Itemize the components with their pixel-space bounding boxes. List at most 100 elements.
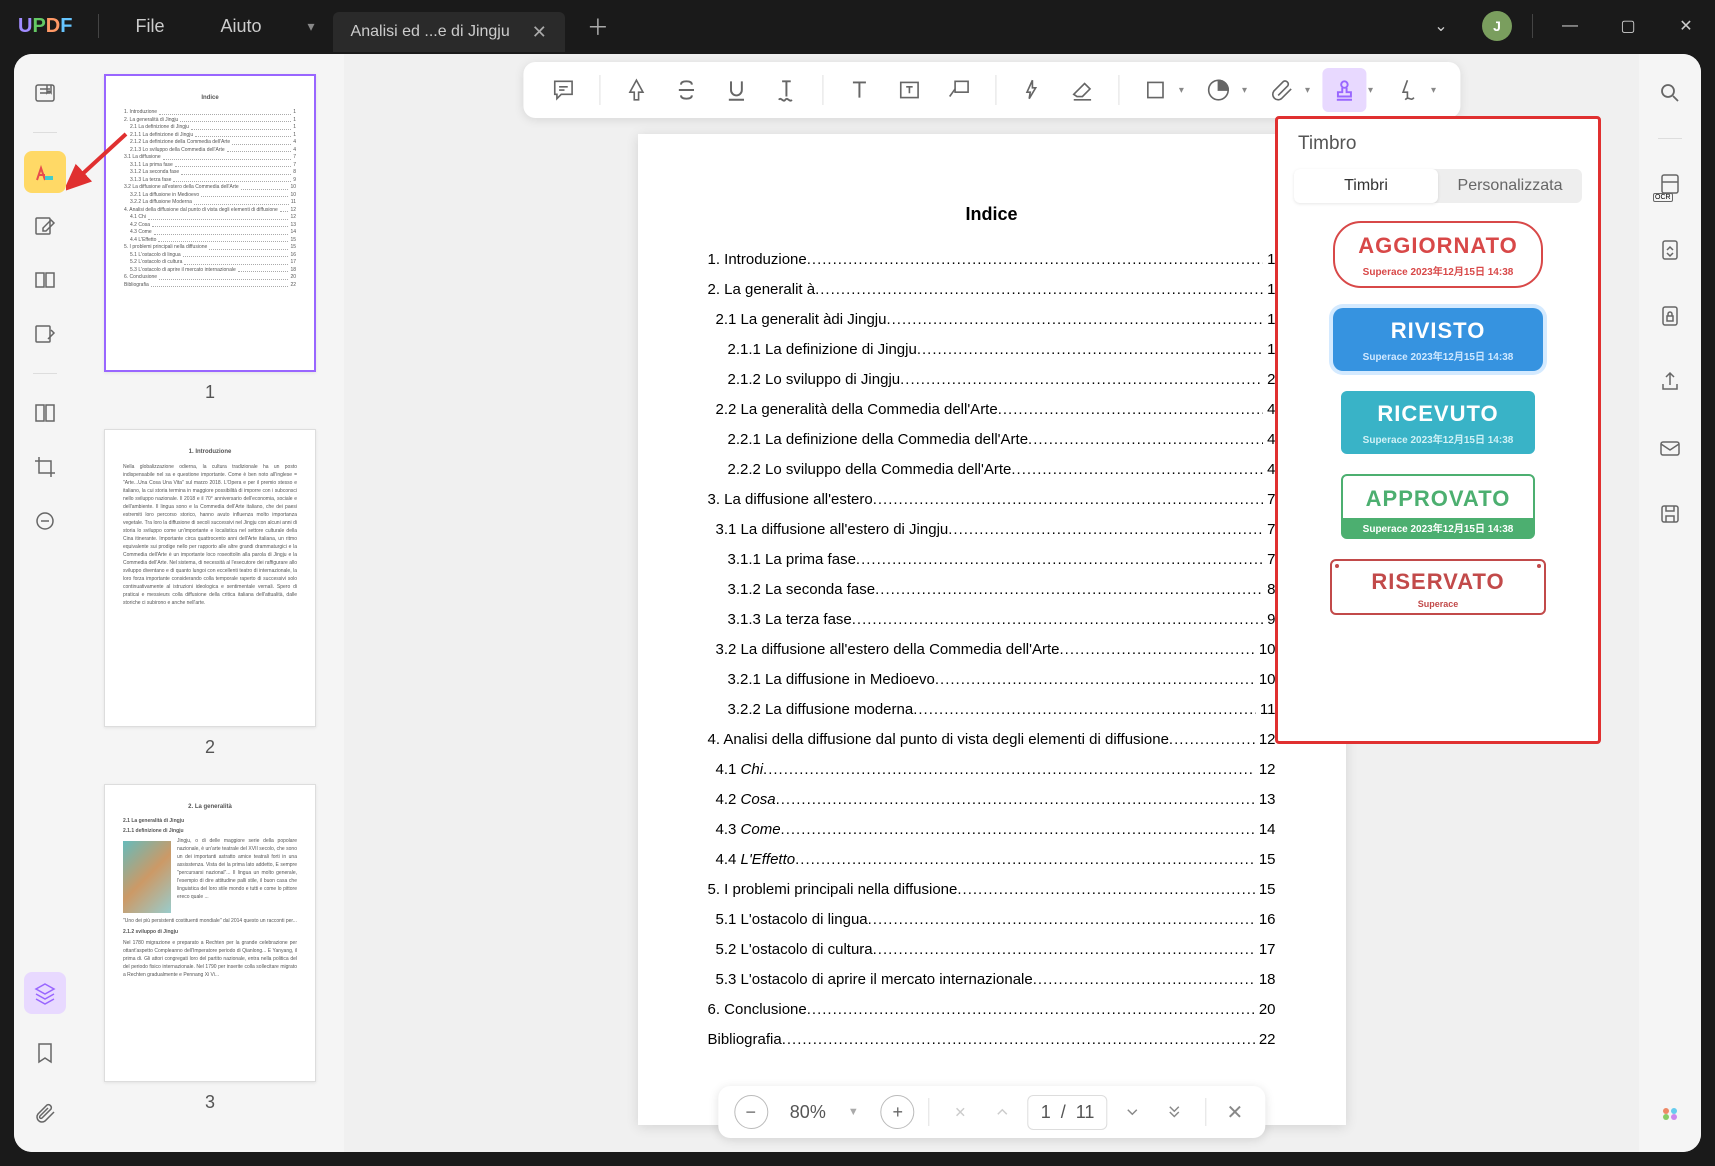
reader-mode-icon[interactable] (24, 72, 66, 114)
menu-help[interactable]: Aiuto (192, 16, 289, 37)
textbox-tool-icon[interactable] (887, 68, 931, 112)
stamp-ricevuto[interactable]: RICEVUTO Superace 2023年12月15日 14:38 (1341, 391, 1535, 454)
toc-entry: 5.1 L'ostacolo di lingua16 (708, 905, 1276, 935)
last-page-button[interactable] (1157, 1095, 1191, 1129)
app-logo: UPDF (0, 15, 90, 38)
toc-entry: 2.2.2 Lo sviluppo della Commedia dell'Ar… (708, 455, 1276, 485)
stamp-tool-icon[interactable] (1322, 68, 1366, 112)
crop-icon[interactable] (24, 446, 66, 488)
form-tool-icon[interactable] (24, 313, 66, 355)
prev-page-button[interactable] (986, 1095, 1020, 1129)
close-toolbar-button[interactable]: ✕ (1220, 1100, 1249, 1125)
ocr-icon[interactable]: OCR (1649, 163, 1691, 205)
highlight-tool-icon[interactable] (614, 68, 658, 112)
thumbnail-label-1: 1 (102, 382, 318, 403)
zoom-out-button[interactable]: − (734, 1095, 768, 1129)
close-tab-icon[interactable]: ✕ (532, 22, 547, 43)
separator (33, 132, 57, 133)
stamp-aggiornato[interactable]: AGGIORNATO Superace 2023年12月15日 14:38 (1333, 221, 1543, 288)
zoom-value[interactable]: 80% (776, 1102, 840, 1123)
protect-icon[interactable] (1649, 295, 1691, 337)
chevron-down-icon[interactable]: ▾ (1242, 85, 1247, 96)
tab-dropdown-icon[interactable]: ▾ (290, 18, 333, 35)
compare-icon[interactable] (24, 392, 66, 434)
thumbnail-label-3: 3 (102, 1092, 318, 1113)
close-window-button[interactable]: ✕ (1657, 7, 1715, 45)
stamp-riservato[interactable]: RISERVATO Superace (1330, 559, 1546, 615)
stamp-tab-custom[interactable]: Personalizzata (1438, 169, 1582, 203)
toc-entry: 6. Conclusione20 (708, 995, 1276, 1025)
chevron-down-icon[interactable]: ▾ (1179, 85, 1184, 96)
toc-entry: Bibliografia22 (708, 1025, 1276, 1055)
chevron-down-icon[interactable]: ⌄ (1412, 7, 1470, 45)
stamp-panel-title: Timbro (1294, 133, 1582, 155)
pdf-page[interactable]: Indice 1. Introduzione12. La generalit à… (638, 134, 1346, 1125)
layers-icon[interactable] (24, 972, 66, 1014)
bookmark-icon[interactable] (24, 1032, 66, 1074)
page-title: Indice (708, 204, 1276, 225)
edit-tool-icon[interactable] (24, 205, 66, 247)
chevron-down-icon[interactable]: ▾ (1305, 85, 1310, 96)
minimize-button[interactable]: — (1541, 7, 1599, 45)
organize-pages-icon[interactable] (24, 259, 66, 301)
page-number-input[interactable]: 1 / 11 (1028, 1095, 1108, 1130)
menu-file[interactable]: File (107, 16, 192, 37)
toc-entry: 5.2 L'ostacolo di cultura17 (708, 935, 1276, 965)
signature-tool-icon[interactable] (1385, 68, 1429, 112)
attachment-icon[interactable] (24, 1092, 66, 1134)
pencil-tool-icon[interactable] (1010, 68, 1054, 112)
ai-assistant-icon[interactable] (1649, 1092, 1691, 1134)
eraser-tool-icon[interactable] (1060, 68, 1104, 112)
email-icon[interactable] (1649, 427, 1691, 469)
toc-entry: 2. La generalit à1 (708, 275, 1276, 305)
search-icon[interactable] (1649, 72, 1691, 114)
zoom-dropdown-icon[interactable]: ▼ (848, 1106, 873, 1118)
stamp-tab-standard[interactable]: Timbri (1294, 169, 1438, 203)
text-tool-icon[interactable] (837, 68, 881, 112)
user-avatar[interactable]: J (1482, 11, 1512, 41)
toc-entry: 1. Introduzione1 (708, 245, 1276, 275)
stamp-rivisto[interactable]: RIVISTO Superace 2023年12月15日 14:38 (1333, 308, 1543, 371)
share-icon[interactable] (1649, 361, 1691, 403)
thumbnail-label-2: 2 (102, 737, 318, 758)
save-icon[interactable] (1649, 493, 1691, 535)
toc-entry: 4.3 Come14 (708, 815, 1276, 845)
chevron-down-icon[interactable]: ▾ (1368, 85, 1373, 96)
callout-tool-icon[interactable] (937, 68, 981, 112)
toc-entry: 5.3 L'ostacolo di aprire il mercato inte… (708, 965, 1276, 995)
left-rail (14, 54, 76, 1152)
next-page-button[interactable] (1115, 1095, 1149, 1129)
maximize-button[interactable]: ▢ (1599, 7, 1657, 45)
separator (1658, 138, 1682, 139)
chevron-down-icon[interactable]: ▾ (1431, 85, 1436, 96)
toc-entry: 4.1 Chi12 (708, 755, 1276, 785)
document-tab[interactable]: Analisi ed ...e di Jingju ✕ (333, 12, 565, 52)
separator (1205, 1098, 1206, 1126)
sticker-tool-icon[interactable] (1196, 68, 1240, 112)
comment-tool-icon[interactable] (24, 151, 66, 193)
thumbnail-page-3[interactable]: 2. La generalità 2.1 La generalità di Ji… (104, 784, 316, 1082)
separator (1118, 75, 1119, 105)
stamp-approvato[interactable]: APPROVATO Superace 2023年12月15日 14:38 (1341, 474, 1535, 539)
stamp-panel: Timbro Timbri Personalizzata AGGIORNATO … (1275, 116, 1601, 744)
separator (822, 75, 823, 105)
convert-icon[interactable] (1649, 229, 1691, 271)
note-tool-icon[interactable] (541, 68, 585, 112)
shape-tool-icon[interactable] (1133, 68, 1177, 112)
toc-entry: 4.2 Cosa13 (708, 785, 1276, 815)
zoom-in-button[interactable]: + (881, 1095, 915, 1129)
thumbnail-page-2[interactable]: 1. Introduzione Nella globalizzazione od… (104, 429, 316, 727)
toc-entry: 3.1.1 La prima fase7 (708, 545, 1276, 575)
toc-entry: 4. Analisi della diffusione dal punto di… (708, 725, 1276, 755)
toc-entry: 2.2.1 La definizione della Commedia dell… (708, 425, 1276, 455)
first-page-button[interactable] (944, 1095, 978, 1129)
squiggly-tool-icon[interactable] (764, 68, 808, 112)
redact-icon[interactable] (24, 500, 66, 542)
separator (929, 1098, 930, 1126)
attach-tool-icon[interactable] (1259, 68, 1303, 112)
underline-tool-icon[interactable] (714, 68, 758, 112)
add-tab-button[interactable]: ＋ (565, 10, 631, 42)
thumbnail-page-1[interactable]: Indice 1. Introduzione1 2. La generalità… (104, 74, 316, 372)
toc-entry: 3.2 La diffusione all'estero della Comme… (708, 635, 1276, 665)
strikethrough-tool-icon[interactable] (664, 68, 708, 112)
